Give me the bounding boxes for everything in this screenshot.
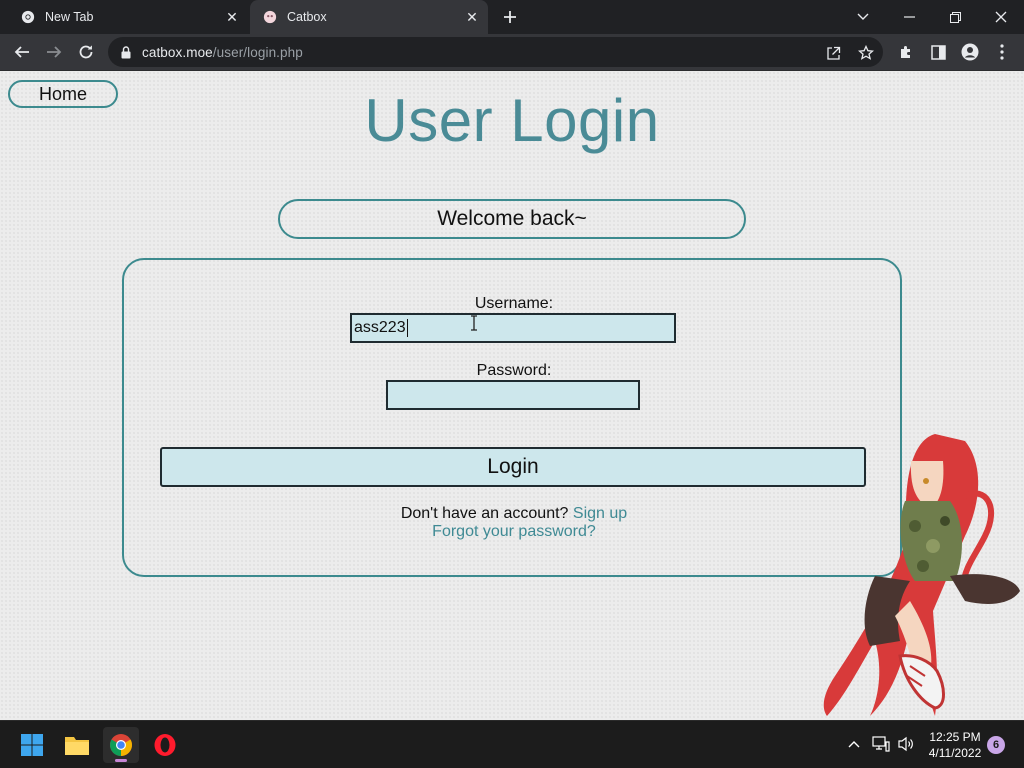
taskbar: 12:25 PM 4/11/2022 6 xyxy=(0,720,1024,768)
address-bar[interactable]: catbox.moe/user/login.php xyxy=(108,37,883,67)
url-host: catbox.moe xyxy=(142,44,213,60)
no-account-text: Don't have an account? xyxy=(400,505,569,522)
welcome-banner: Welcome back~ xyxy=(278,199,746,239)
forgot-line: Forgot your password? xyxy=(124,523,904,541)
file-explorer-icon[interactable] xyxy=(59,727,95,763)
login-panel: Username: ass223 Password: Login Don't h… xyxy=(122,258,902,577)
signup-link[interactable]: Sign up xyxy=(573,505,627,522)
password-field[interactable] xyxy=(386,380,640,410)
clock-date: 4/11/2022 xyxy=(928,746,982,760)
url-path: /user/login.php xyxy=(212,44,303,60)
close-tab-icon[interactable]: ✕ xyxy=(462,7,482,27)
active-app-indicator xyxy=(115,759,127,762)
text-cursor-icon xyxy=(471,315,477,331)
url-text: catbox.moe/user/login.php xyxy=(142,45,303,60)
page-title: User Login xyxy=(364,87,660,154)
tab-title: Catbox xyxy=(287,10,327,24)
share-icon[interactable] xyxy=(821,41,845,65)
chrome-icon xyxy=(20,9,36,25)
username-field[interactable]: ass223 xyxy=(350,313,676,343)
menu-kebab-icon[interactable] xyxy=(988,38,1016,66)
close-tab-icon[interactable]: ✕ xyxy=(222,7,242,27)
clock-time: 12:25 PM xyxy=(929,730,981,744)
tab-search-icon[interactable] xyxy=(840,0,886,34)
extensions-icon[interactable] xyxy=(892,38,920,66)
tab-catbox[interactable]: Catbox ✕ xyxy=(250,0,488,34)
notification-badge[interactable]: 6 xyxy=(987,736,1005,754)
minimize-icon[interactable] xyxy=(886,0,932,34)
side-panel-icon[interactable] xyxy=(924,38,952,66)
chrome-icon[interactable] xyxy=(103,727,139,763)
username-label: Username: xyxy=(474,295,554,312)
page-viewport: Home User Login Welcome back~ Username: … xyxy=(0,71,1024,720)
profile-icon[interactable] xyxy=(956,38,984,66)
windows-start-icon[interactable] xyxy=(14,727,50,763)
browser-toolbar: catbox.moe/user/login.php xyxy=(0,34,1024,71)
password-label: Password: xyxy=(476,362,552,379)
signup-line: Don't have an account? Sign up xyxy=(124,505,904,523)
volume-icon[interactable] xyxy=(895,733,917,755)
restore-icon[interactable] xyxy=(932,0,978,34)
back-button[interactable] xyxy=(8,38,36,66)
forgot-password-link[interactable]: Forgot your password? xyxy=(432,523,596,540)
login-button[interactable]: Login xyxy=(160,447,866,487)
catbox-favicon xyxy=(262,9,278,25)
username-value: ass223 xyxy=(354,319,406,336)
tab-strip: New Tab ✕ Catbox ✕ xyxy=(0,0,1024,34)
chevron-up-icon[interactable] xyxy=(843,733,865,755)
opera-icon[interactable] xyxy=(147,727,183,763)
lock-icon[interactable] xyxy=(120,45,132,59)
reload-button[interactable] xyxy=(72,38,100,66)
tab-new-tab[interactable]: New Tab ✕ xyxy=(8,0,248,34)
network-icon[interactable] xyxy=(870,733,892,755)
tab-title: New Tab xyxy=(45,10,94,24)
system-clock[interactable]: 12:25 PM 4/11/2022 xyxy=(922,729,988,761)
close-window-icon[interactable] xyxy=(978,0,1024,34)
bookmark-star-icon[interactable] xyxy=(854,41,878,65)
mascot-illustration xyxy=(823,434,1020,716)
text-caret xyxy=(406,319,408,337)
forward-button[interactable] xyxy=(40,38,68,66)
new-tab-button[interactable] xyxy=(498,5,522,29)
